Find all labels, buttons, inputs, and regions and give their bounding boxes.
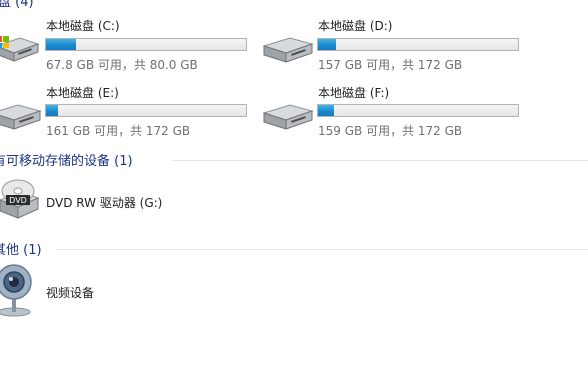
dvd-drive-icon: DVD <box>0 179 40 219</box>
dvd-icon-label: DVD <box>9 196 27 205</box>
drive-usage-fill-e <box>46 105 58 116</box>
drive-usage-fill-f <box>318 105 334 116</box>
group-divider-other <box>56 249 588 250</box>
drive-name-e: 本地磁盘 (E:) <box>46 86 119 100</box>
device-name-dvd: DVD RW 驱动器 (G:) <box>46 196 163 210</box>
drive-usage-bar-c <box>45 38 247 51</box>
drive-usage-bar-d <box>317 38 519 51</box>
drive-info-c: 67.8 GB 可用，共 80.0 GB <box>46 58 198 72</box>
group-header-hard-drives[interactable]: 硬盘 (4) <box>0 0 34 10</box>
drive-usage-fill-d <box>318 39 336 50</box>
hard-drive-icon <box>262 37 314 63</box>
hard-drive-os-icon <box>0 36 40 62</box>
drive-usage-bar-e <box>45 104 247 117</box>
group-header-removable[interactable]: 有可移动存储的设备 (1) <box>0 150 133 169</box>
webcam-icon <box>0 264 32 317</box>
computer-window: 硬盘 (4) 本地磁盘 (C:) 67.8 GB 可用，共 80.0 GB 本地… <box>0 0 588 372</box>
drive-name-f: 本地磁盘 (F:) <box>318 86 390 100</box>
drive-info-e: 161 GB 可用，共 172 GB <box>46 124 191 138</box>
hard-drive-icon <box>0 104 42 130</box>
hard-drive-icon <box>262 104 314 130</box>
drive-info-d: 157 GB 可用，共 172 GB <box>318 58 463 72</box>
drive-usage-fill-c <box>46 39 76 50</box>
group-divider-removable <box>172 160 588 161</box>
device-name-video: 视频设备 <box>46 286 95 300</box>
group-header-other[interactable]: 其他 (1) <box>0 239 42 258</box>
drive-info-f: 159 GB 可用，共 172 GB <box>318 124 463 138</box>
drive-usage-bar-f <box>317 104 519 117</box>
drive-name-c: 本地磁盘 (C:) <box>46 19 120 33</box>
drive-name-d: 本地磁盘 (D:) <box>318 19 393 33</box>
